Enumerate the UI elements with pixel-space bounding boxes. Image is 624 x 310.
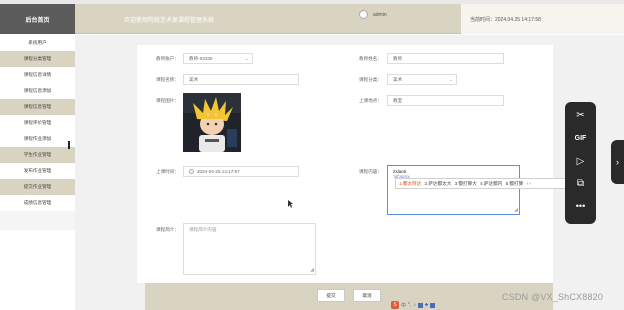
toolbox-icon[interactable] [430,302,436,308]
sidebar-lower-area [0,230,75,310]
chevron-down-icon: ⌄ [244,56,249,62]
user-name[interactable]: admin [373,12,387,18]
teacher-name-input[interactable]: 教师 [387,53,504,64]
ime-page-arrows[interactable]: ‹ › [527,181,531,186]
class-time-value: 2024-04-25 14:17:57 [197,169,240,174]
anime-character-image [183,93,241,152]
sidebar: 系统用户 课程分类管理 课程信息详情 课程信息添加 课程信息管理 课程评价管理 … [0,35,75,230]
ime-punct[interactable]: °, [408,302,411,308]
floating-toolbar: ✂ GIF ▷ ⧉ ••• [565,102,596,224]
clock-icon [189,169,194,174]
mouse-cursor-icon [288,200,293,208]
ime-mode-zh[interactable]: 中 [401,302,406,309]
cancel-button[interactable]: 取消 [353,289,381,302]
sidebar-item-student-homework[interactable]: 学生作业管理 [0,147,75,163]
sidebar-item-course-add[interactable]: 课程信息添加 [0,83,75,99]
microphone-icon[interactable]: ♪ [413,302,416,308]
keyboard-icon[interactable] [417,302,423,308]
sidebar-item-course-category[interactable]: 课程分类管理 [0,51,75,67]
scissors-icon[interactable]: ✂ [565,110,596,121]
chevron-down-icon: ⌄ [448,77,453,83]
gif-icon[interactable]: GIF [565,135,596,142]
teacher-name-label: 教师姓名： [359,56,382,61]
course-intro-placeholder: 课程简介内容 [189,227,217,232]
sidebar-item-homework-add[interactable]: 课程作业添加 [0,131,75,147]
course-category-select[interactable]: 美术 ⌄ [387,74,457,85]
ime-candidate-1[interactable]: 1.都太阿达 [399,181,421,186]
more-icon[interactable]: ••• [565,201,596,211]
teacher-account-select[interactable]: 教师-03330 ⌄ [183,53,253,64]
welcome-text: 欢迎使用院校艺术类课程管理系统 [124,18,215,24]
ime-candidate-4[interactable]: 4.萨达都内 [480,181,502,186]
course-name-label: 课程名称： [156,77,179,82]
ime-candidate-3[interactable]: 3.都打算大 [455,181,477,186]
course-category-value: 美术 [393,77,403,82]
ime-candidate-2[interactable]: 2.萨达都太大 [425,181,452,186]
sidebar-item-submit-homework[interactable]: 提交作业管理 [0,179,75,195]
sogou-icon[interactable]: S [391,301,399,309]
course-intro-textarea[interactable]: 课程简介内容 ◢ [183,223,316,275]
course-content-label: 课程内容： [359,169,382,174]
course-image[interactable] [183,93,241,152]
skin-icon[interactable]: ♣ [425,302,428,308]
ime-candidate-5[interactable]: 5.都打算 [506,181,524,186]
csdn-watermark: CSDN @VX_ShCX8820 [502,292,604,302]
sidebar-item-system-user[interactable]: 系统用户 [0,35,75,51]
course-name-input[interactable]: 美术 [183,74,299,85]
sidebar-item-course-manage[interactable]: 课程信息管理 [0,99,75,115]
sidebar-item-publish-homework[interactable]: 发布作业管理 [0,163,75,179]
course-intro-label: 课程简介： [156,227,179,232]
top-header: 后台首页 欢迎使用院校艺术类课程管理系统 admin 当前时间：2024.04.… [0,4,624,34]
image-icon[interactable]: ⧉ [565,178,596,189]
course-image-label: 课程图片： [156,98,179,103]
teacher-account-label: 教师账户： [156,56,179,61]
course-category-label: 课程分类： [359,77,382,82]
teacher-account-value: 教师-03330 [189,56,213,61]
form-footer [145,283,553,310]
class-location-input[interactable]: 教室 [387,95,504,106]
resize-handle-icon[interactable]: ◢ [514,208,518,213]
sidebar-item-grades[interactable]: 成绩信息管理 [0,195,75,211]
sidebar-item-course-review[interactable]: 课程评价管理 [0,115,75,131]
play-icon[interactable]: ▷ [565,156,596,167]
class-time-label: 上课时间： [156,169,179,174]
ime-candidate-bar[interactable]: 1.都太阿达 2.萨达都太大 3.都打算大 4.萨达都内 5.都打算 ‹ › [395,178,570,189]
user-avatar[interactable] [359,10,368,19]
current-time: 当前时间：2024.04.25 14:17:58 [461,4,624,34]
home-logo[interactable]: 后台首页 [0,4,75,34]
resize-handle-icon[interactable]: ◢ [310,268,314,273]
course-content-textarea[interactable]: zxlaoti 'xif'aorni ◢ [387,165,520,215]
ime-toolbar[interactable]: S 中 °, ♪ ♣ [391,300,463,310]
collapse-handle-icon[interactable]: › [611,140,624,184]
class-time-picker[interactable]: 2024-04-25 14:17:57 [183,166,299,177]
sidebar-item-course-detail[interactable]: 课程信息详情 [0,67,75,83]
submit-button[interactable]: 提交 [317,289,345,302]
active-marker [68,141,70,149]
class-location-label: 上课地点： [359,98,382,103]
